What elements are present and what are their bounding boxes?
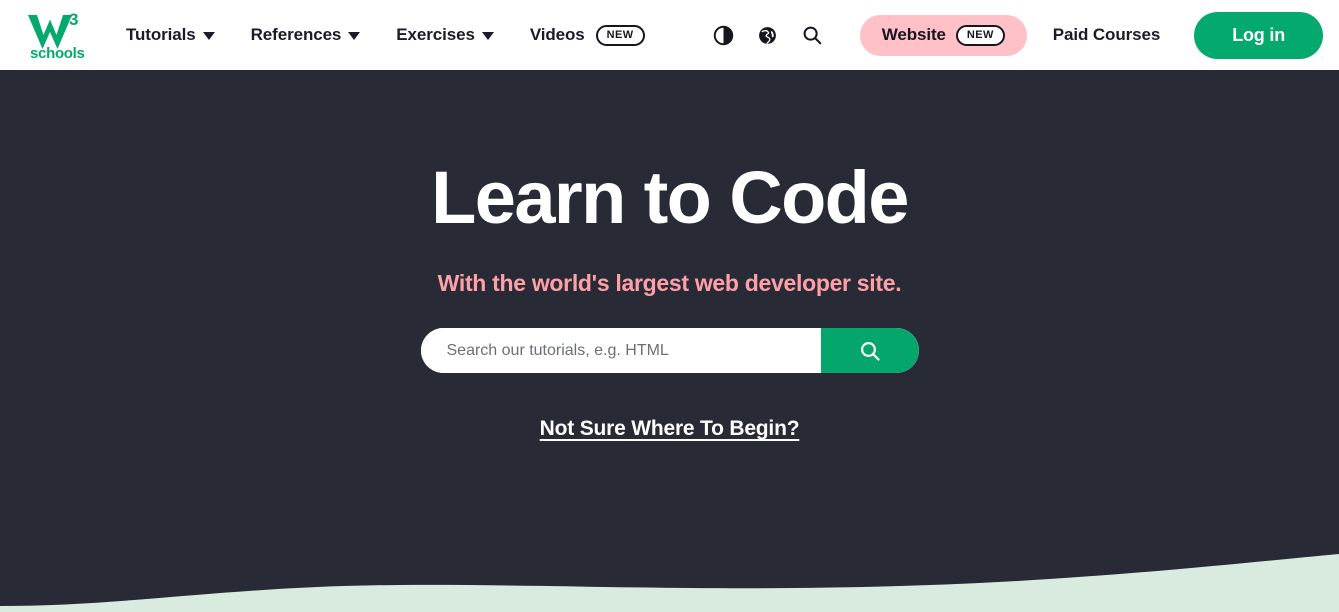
nav-item-label: References: [250, 25, 342, 44]
login-button[interactable]: Log in: [1194, 11, 1323, 59]
search-input[interactable]: [420, 328, 821, 373]
search-icon[interactable]: [790, 13, 834, 57]
nav-item-label: Exercises: [396, 25, 475, 44]
logo-superscript-3: 3: [69, 10, 78, 29]
chevron-down-icon: [202, 32, 215, 40]
website-new-pill[interactable]: Website NEW: [859, 14, 1027, 56]
globe-translate-icon[interactable]: [746, 13, 790, 57]
chevron-down-icon: [481, 32, 494, 40]
logo-wordmark: schools: [30, 45, 85, 61]
logo-w-mark: [28, 15, 72, 49]
hero-bottom-wave: [0, 554, 1339, 612]
dark-mode-icon[interactable]: [702, 13, 746, 57]
not-sure-where-to-begin-link[interactable]: Not Sure Where To Begin?: [540, 417, 800, 441]
new-badge: NEW: [595, 24, 645, 46]
globe-translate-icon-svg: [759, 26, 777, 44]
w3schools-logo-svg: 3 schools: [28, 10, 85, 62]
primary-menu: Tutorials References Exercises Videos NE…: [108, 15, 663, 56]
page-title: Learn to Code: [431, 156, 909, 239]
search-submit-button[interactable]: [820, 328, 919, 373]
new-badge: NEW: [955, 24, 1005, 46]
w3schools-logo[interactable]: 3 schools: [24, 9, 86, 62]
hero-section: Learn to Code With the world's largest w…: [0, 70, 1339, 612]
begin-link-wrapper: Not Sure Where To Begin?: [0, 373, 1339, 441]
search-icon-svg: [803, 26, 821, 45]
top-navigation-bar: 3 schools Tutorials References Exercises…: [0, 0, 1339, 70]
chevron-down-icon: [348, 32, 361, 40]
search-icon-svg: [860, 341, 880, 361]
nav-item-label: Tutorials: [126, 25, 196, 44]
navbar-actions: Website NEW Paid Courses Log in: [702, 11, 1325, 59]
dark-mode-icon-svg: [713, 25, 734, 45]
website-pill-label: Website: [881, 25, 946, 44]
nav-item-videos[interactable]: Videos NEW: [512, 15, 663, 56]
nav-item-references[interactable]: References: [233, 15, 379, 55]
nav-item-tutorials[interactable]: Tutorials: [108, 15, 233, 55]
hero-subtitle: With the world's largest web developer s…: [437, 270, 902, 296]
wave-shape: [0, 554, 1339, 612]
search-box: [420, 328, 919, 373]
paid-courses-link[interactable]: Paid Courses: [1033, 15, 1180, 55]
nav-item-exercises[interactable]: Exercises: [378, 15, 512, 55]
hero-search-area: [0, 328, 1339, 373]
nav-item-label: Videos: [529, 25, 585, 44]
hero-content: Learn to Code With the world's largest w…: [0, 70, 1339, 441]
